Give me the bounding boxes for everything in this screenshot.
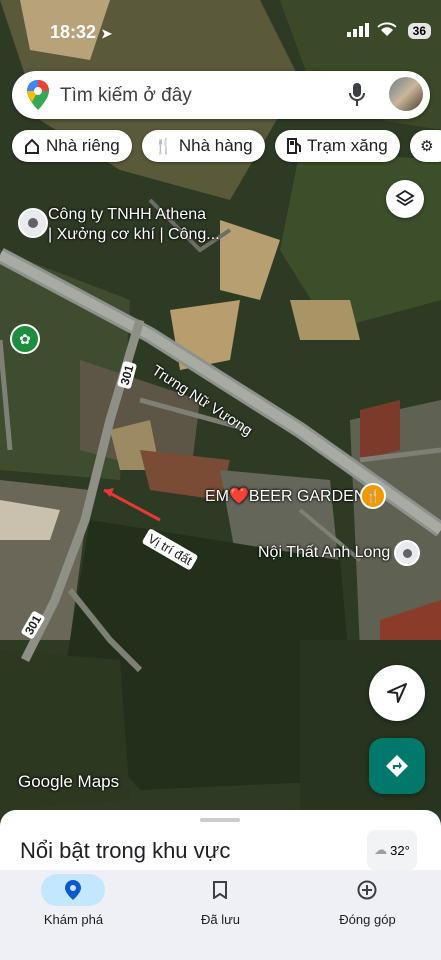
place-label-athena[interactable]: Công ty TNHH Athena | Xưởng cơ khí | Côn…	[48, 205, 220, 245]
restaurant-icon: 🍴	[154, 138, 173, 155]
pin-icon	[402, 548, 412, 558]
nav-label: Đóng góp	[339, 912, 396, 927]
place-label-line2: | Xưởng cơ khí | Công...	[48, 226, 220, 243]
gear-icon: ⚙	[420, 138, 434, 155]
explore-pin-icon	[65, 880, 81, 900]
signal-icon	[347, 22, 369, 37]
add-circle-icon	[357, 880, 377, 900]
place-label-beer-garden[interactable]: EM❤️BEER GARDEN	[205, 486, 365, 506]
wifi-icon	[377, 22, 397, 36]
battery-indicator: 36	[407, 23, 431, 39]
status-bar: 18:32 ➤ 36	[0, 0, 441, 64]
chip-more[interactable]: ⚙	[410, 130, 441, 162]
bookmark-icon	[213, 881, 227, 899]
place-marker-noi-that[interactable]	[394, 540, 420, 566]
search-bar[interactable]: Tìm kiếm ở đây	[12, 71, 430, 119]
sheet-title: Nổi bật trong khu vực	[20, 838, 231, 863]
chip-label: Nhà riêng	[46, 136, 120, 155]
chip-label: Nhà hàng	[178, 136, 253, 155]
place-label-line1: Công ty TNHH Athena	[48, 206, 207, 223]
category-chips: Nhà riêng 🍴 Nhà hàng Trạm xăng ⚙	[12, 130, 441, 164]
navigation-arrow-icon	[387, 683, 407, 703]
nav-saved[interactable]: Đã lưu	[147, 870, 294, 960]
temperature: 32°	[390, 842, 410, 858]
nav-saved-icon-wrap	[188, 874, 252, 906]
chip-home[interactable]: Nhà riêng	[12, 130, 132, 162]
search-input[interactable]: Tìm kiếm ở đây	[60, 85, 192, 107]
home-icon	[25, 138, 39, 154]
restaurant-icon: 🍴	[365, 489, 381, 503]
directions-icon	[386, 755, 408, 777]
location-arrow-icon: ➤	[101, 26, 112, 41]
sheet-drag-handle[interactable]	[200, 818, 240, 822]
chip-gas-station[interactable]: Trạm xăng	[275, 130, 400, 162]
place-label-noi-that[interactable]: Nội Thất Anh Long	[258, 544, 390, 562]
layers-button[interactable]	[386, 180, 424, 218]
nav-explore-indicator	[41, 874, 105, 906]
status-time: 18:32 ➤	[50, 22, 112, 43]
nav-contribute[interactable]: Đóng góp	[294, 870, 441, 960]
my-location-button[interactable]	[369, 665, 425, 721]
place-marker-athena[interactable]	[18, 208, 48, 238]
nav-label: Đã lưu	[200, 912, 241, 927]
google-maps-logo-icon	[27, 80, 49, 110]
nav-label: Khám phá	[43, 912, 104, 927]
chip-label: Trạm xăng	[307, 136, 388, 155]
nav-explore[interactable]: Khám phá	[0, 870, 147, 960]
time-text: 18:32	[50, 22, 97, 42]
cloud-icon: ☁	[374, 842, 388, 857]
avatar[interactable]	[389, 77, 423, 111]
weather-chip[interactable]: ☁ 32°	[367, 830, 417, 870]
microphone-icon[interactable]	[349, 83, 365, 107]
pin-icon	[28, 218, 38, 228]
gas-station-icon	[287, 138, 302, 154]
layers-icon	[395, 189, 415, 207]
google-maps-attribution: Google Maps	[18, 772, 120, 791]
chip-restaurant[interactable]: 🍴 Nhà hàng	[142, 130, 265, 162]
status-icons	[347, 22, 397, 37]
place-marker-green[interactable]: ✿	[10, 324, 40, 354]
place-marker-beer-garden[interactable]: 🍴	[360, 483, 386, 509]
directions-button[interactable]	[369, 738, 425, 794]
flower-icon: ✿	[19, 330, 31, 347]
nav-contribute-icon-wrap	[335, 874, 399, 906]
bottom-nav: Khám phá Đã lưu Đóng góp	[0, 870, 441, 960]
